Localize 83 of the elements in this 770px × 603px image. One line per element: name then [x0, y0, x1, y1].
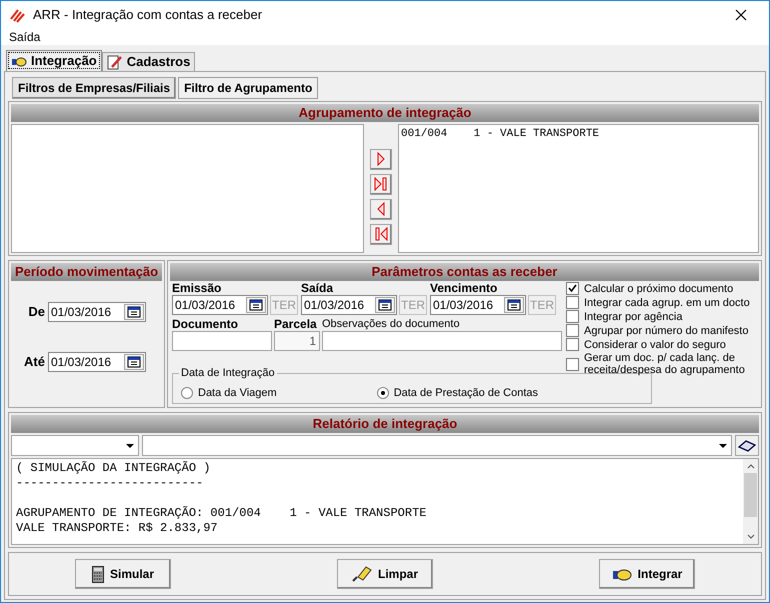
- checkbox-label: Agrupar por número do manifesto: [584, 324, 750, 336]
- checkbox[interactable]: [566, 324, 579, 337]
- date-field[interactable]: 01/03/2016: [48, 352, 146, 372]
- weekday-field: TER: [270, 295, 298, 315]
- tab[interactable]: Integração: [6, 50, 102, 71]
- report-line: AGRUPAMENTO DE INTEGRAÇÃO: 001/004 1 - VALE TRANSPORTE: [16, 506, 428, 521]
- subtab[interactable]: Filtros de Empresas/Filiais: [12, 77, 176, 99]
- field-label: Emissão: [172, 281, 222, 295]
- checkbox[interactable]: [566, 296, 579, 309]
- date-field[interactable]: 01/03/2016: [172, 295, 268, 315]
- checkbox[interactable]: [566, 338, 579, 351]
- scrollbar[interactable]: [743, 459, 758, 544]
- field-label: De: [28, 303, 45, 322]
- section-header: Parâmetros contas as receber: [170, 263, 759, 281]
- right-arrow-icon: [377, 152, 385, 166]
- checkbox[interactable]: [566, 358, 579, 370]
- last-arrow-icon: [374, 177, 388, 191]
- radio-button[interactable]: [376, 386, 389, 399]
- weekday-field: TER: [399, 295, 427, 315]
- calendar-button[interactable]: [124, 304, 144, 320]
- checkbox[interactable]: [566, 310, 579, 323]
- pencil-page-icon: [106, 54, 123, 70]
- subtab[interactable]: Filtro de Agrupamento: [178, 77, 318, 99]
- field-label: Observações do documento: [322, 317, 461, 331]
- field-label: Saída: [301, 281, 334, 295]
- radio-option[interactable]: Data de Prestação de Contas: [376, 384, 538, 401]
- calendar-icon: [127, 356, 141, 368]
- action-button[interactable]: Simular: [75, 559, 171, 589]
- selected-list[interactable]: 001/004 1 - VALE TRANSPORTE: [398, 124, 759, 253]
- calendar-button[interactable]: [504, 297, 524, 313]
- list-item[interactable]: 001/004 1 - VALE TRANSPORTE: [401, 126, 756, 142]
- left-arrow-icon: [377, 202, 385, 216]
- dropdown-arrow-icon: [126, 444, 134, 448]
- field-label: Parcela: [274, 317, 318, 331]
- notes-field[interactable]: [322, 331, 562, 351]
- calendar-button[interactable]: [246, 297, 266, 313]
- close-icon[interactable]: [735, 8, 747, 20]
- section-header: Agrupamento de integração: [11, 104, 759, 122]
- group-label: Data de Integração: [179, 366, 277, 380]
- document-field[interactable]: [172, 331, 272, 351]
- date-field[interactable]: 01/03/2016: [48, 302, 146, 322]
- menu-item[interactable]: Saída: [9, 28, 40, 46]
- calendar-icon: [127, 306, 141, 318]
- date-field[interactable]: 01/03/2016: [301, 295, 397, 315]
- tab[interactable]: Cadastros: [102, 52, 196, 71]
- move-all-left-button[interactable]: [370, 224, 392, 244]
- calendar-button[interactable]: [124, 354, 144, 370]
- dropdown-arrow-icon: [719, 444, 727, 448]
- radio-button[interactable]: [181, 386, 193, 399]
- calendar-icon: [249, 299, 263, 311]
- checkbox-label: Gerar um doc. p/ cada lanç. de receita/despesa do agrupamento: [584, 352, 746, 376]
- report-line: --------------------------: [16, 476, 204, 491]
- calendar-icon: [507, 299, 521, 311]
- checkbox-label: Calcular o próximo documento: [584, 282, 734, 294]
- move-all-right-button[interactable]: [370, 174, 392, 194]
- window-title: ARR - Integração com contas a receber: [33, 6, 262, 24]
- dropdown[interactable]: [11, 435, 139, 456]
- calculator-icon: [92, 566, 104, 582]
- section-header: Relatório de integração: [11, 415, 759, 433]
- field-label: Até: [24, 353, 45, 372]
- available-list[interactable]: [11, 124, 364, 253]
- report-line: VALE TRANSPORTE: R$ 2.833,97: [16, 521, 219, 536]
- field-label: Documento: [172, 317, 239, 331]
- radio-option[interactable]: Data da Viagem: [181, 384, 277, 401]
- move-right-button[interactable]: [370, 148, 392, 170]
- checkbox[interactable]: [566, 282, 579, 295]
- parcel-field[interactable]: 1: [274, 331, 320, 351]
- app-logo-icon: [9, 6, 25, 22]
- open-book-button[interactable]: [735, 435, 759, 456]
- field-label: Vencimento: [430, 281, 498, 295]
- date-field[interactable]: 01/03/2016: [430, 295, 526, 315]
- report-line: ( SIMULAÇÃO DA INTEGRAÇÃO ): [16, 461, 212, 476]
- move-left-button[interactable]: [370, 198, 392, 220]
- section-header: Período movimentação: [11, 263, 162, 281]
- action-button[interactable]: Integrar: [599, 559, 695, 589]
- checkbox-label: Integrar por agência: [584, 310, 684, 322]
- checkbox-label: Integrar cada agrup. em um docto: [584, 296, 751, 308]
- calendar-icon: [378, 299, 392, 311]
- weekday-field: TER: [528, 295, 556, 315]
- calendar-button[interactable]: [375, 297, 395, 313]
- first-arrow-icon: [374, 227, 388, 241]
- checkbox-label: Considerar o valor do seguro: [584, 338, 727, 350]
- action-button[interactable]: Limpar: [337, 559, 433, 589]
